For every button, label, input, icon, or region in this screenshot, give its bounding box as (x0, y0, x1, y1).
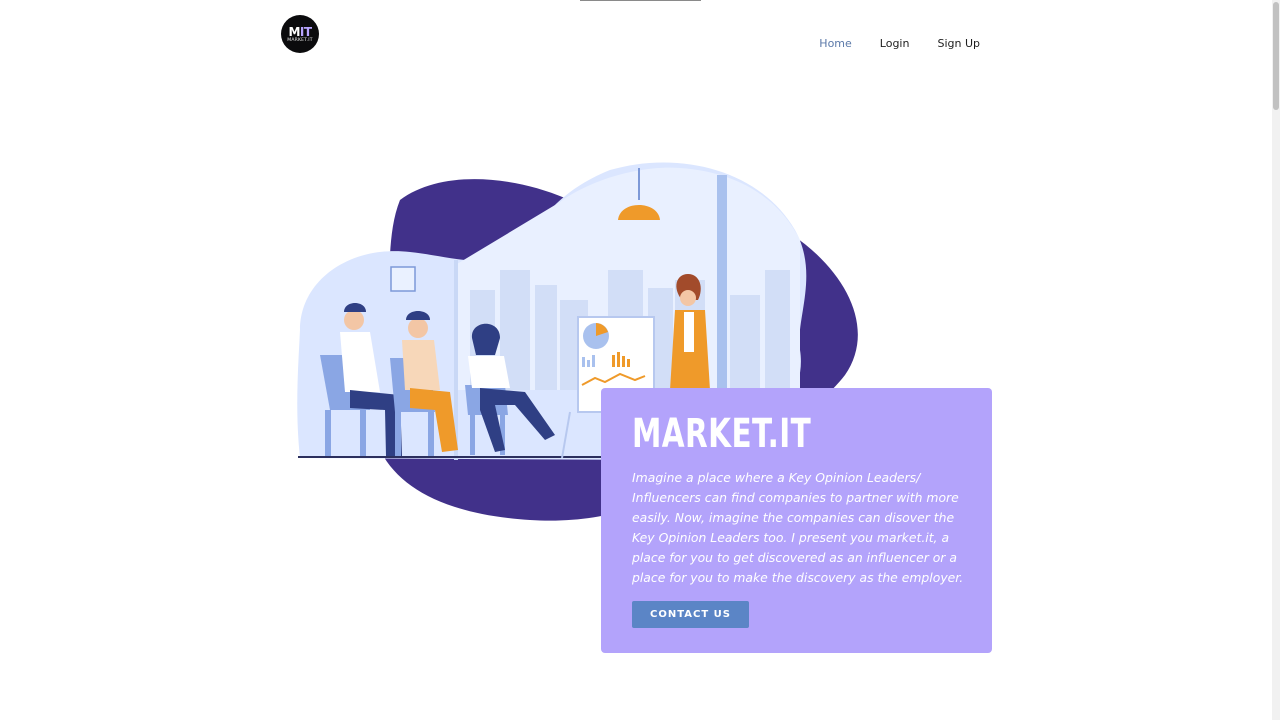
nav-sign-up[interactable]: Sign Up (937, 37, 980, 50)
scrollbar-thumb[interactable] (1273, 2, 1279, 110)
contact-us-button[interactable]: CONTACT US (632, 601, 749, 628)
hero-title: MARKET.IT (632, 411, 812, 457)
nav-home[interactable]: Home (819, 37, 851, 50)
window-frame-right (717, 175, 727, 405)
logo-mark: MIT (288, 25, 312, 39)
scrollbar[interactable] (1272, 0, 1280, 720)
loading-indicator (580, 0, 701, 1)
hero-description: Imagine a place where a Key Opinion Lead… (632, 470, 964, 585)
logo-mark-right: IT (299, 25, 312, 39)
logo[interactable]: MIT MARKET.IT (281, 15, 319, 53)
nav-login[interactable]: Login (880, 37, 910, 50)
logo-mark-left: M (288, 25, 300, 39)
logo-text: MARKET.IT (287, 38, 313, 43)
hero-card: MARKET.IT Imagine a place where a Key Op… (601, 388, 992, 653)
clock-icon (390, 266, 416, 292)
page: MIT MARKET.IT Home Login Sign Up MARKET.… (0, 0, 1280, 720)
main-nav: Home Login Sign Up (819, 37, 980, 50)
